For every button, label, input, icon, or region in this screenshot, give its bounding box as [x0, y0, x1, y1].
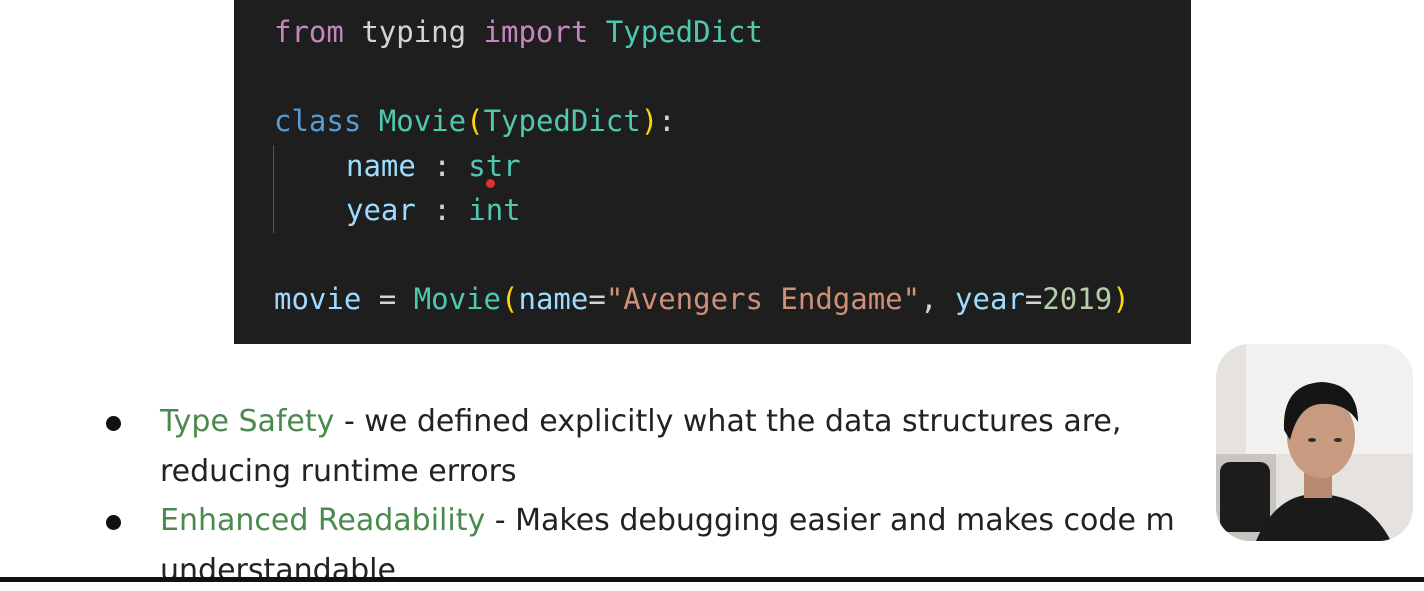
bullet-icon: [106, 416, 121, 431]
bullet-text: - we defined explicitly what the data st…: [334, 404, 1122, 439]
bullet-term: Type Safety: [160, 404, 335, 439]
bullet-list: Type Safety - we defined explicitly what…: [0, 0, 1424, 588]
bullet-text: - Makes debugging easier and makes code …: [485, 503, 1175, 538]
bullet-text: understandable: [160, 553, 396, 588]
bottom-bar: [0, 577, 1424, 582]
bullet-readability-line1: Enhanced Readability - Makes debugging e…: [160, 501, 1175, 541]
person-video-feed-icon: [1216, 344, 1413, 541]
bullet-type-safety-line2: reducing runtime errors: [160, 452, 517, 492]
bullet-readability-line2: understandable: [160, 551, 396, 591]
bullet-icon: [106, 515, 121, 530]
bullet-term: Enhanced Readability: [160, 503, 486, 538]
bullet-type-safety-line1: Type Safety - we defined explicitly what…: [160, 402, 1121, 442]
webcam-overlay: [1216, 344, 1413, 541]
bullet-text: reducing runtime errors: [160, 454, 517, 489]
